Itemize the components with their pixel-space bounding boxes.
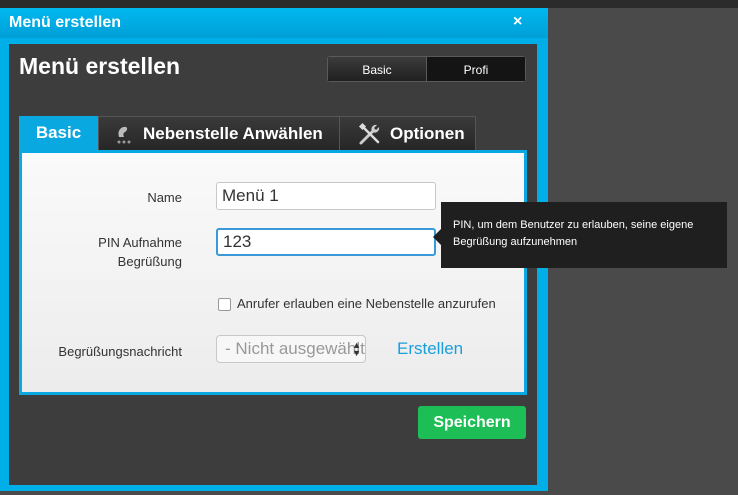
dialog-titlebar: Menü erstellen × xyxy=(0,8,548,38)
pin-label-line1: PIN Aufnahme xyxy=(98,235,182,250)
save-button[interactable]: Speichern xyxy=(418,406,526,439)
greeting-select-value: - Nicht ausgewählt - xyxy=(225,339,366,358)
tab-bar: Basic Nebenstelle Anwählen Optionen xyxy=(19,116,476,150)
tab-panel-frame: Name PIN Aufnahme Begrüßung Anrufer erla… xyxy=(19,150,527,395)
tooltip-line2: Begrüßung aufzunehmen xyxy=(453,236,578,248)
name-label: Name xyxy=(147,190,182,205)
tab-dial-extension[interactable]: Nebenstelle Anwählen xyxy=(98,116,340,150)
name-input[interactable] xyxy=(216,182,436,210)
tab-options[interactable]: Optionen xyxy=(339,116,476,150)
greeting-label: Begrüßungsnachricht xyxy=(58,344,182,359)
create-greeting-link[interactable]: Erstellen xyxy=(397,339,463,359)
allow-extension-label: Anrufer erlauben eine Nebenstelle anzuru… xyxy=(237,296,496,311)
tooltip-line1: PIN, um dem Benutzer zu erlauben, seine … xyxy=(453,219,694,231)
tab-dial-extension-label: Nebenstelle Anwählen xyxy=(143,123,323,143)
close-icon[interactable]: × xyxy=(513,13,522,31)
tools-icon xyxy=(358,122,382,146)
mode-basic-button[interactable]: Basic xyxy=(327,56,427,82)
pin-label-line2: Begrüßung xyxy=(117,254,182,269)
select-arrows-icon: ▲ ▼ xyxy=(352,340,361,358)
dial-icon xyxy=(113,123,135,145)
dialog-title: Menü erstellen xyxy=(9,14,122,31)
mode-profi-button[interactable]: Profi xyxy=(426,56,526,82)
pin-tooltip: PIN, um dem Benutzer zu erlauben, seine … xyxy=(433,202,727,268)
pin-input[interactable] xyxy=(216,228,436,256)
tab-basic[interactable]: Basic xyxy=(19,116,98,150)
background-strip xyxy=(0,0,738,8)
page-title: Menü erstellen xyxy=(19,53,181,79)
allow-extension-checkbox[interactable] xyxy=(218,298,231,311)
greeting-select[interactable]: - Nicht ausgewählt - ▲ ▼ xyxy=(216,335,366,363)
tab-panel-basic: Name PIN Aufnahme Begrüßung Anrufer erla… xyxy=(22,153,524,392)
mode-toggle: Basic Profi xyxy=(327,56,526,82)
tab-basic-label: Basic xyxy=(35,123,82,142)
tab-options-label: Optionen xyxy=(390,123,465,143)
